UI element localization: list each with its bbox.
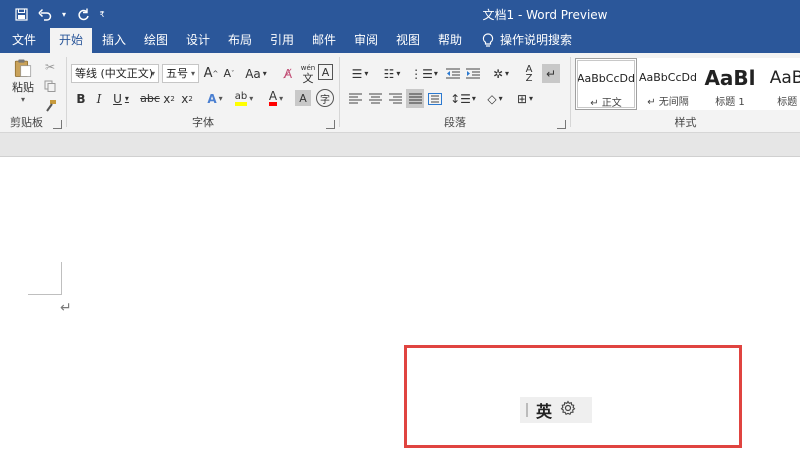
font-color-icon: A bbox=[268, 90, 278, 106]
align-right-icon[interactable] bbox=[386, 89, 404, 108]
paragraph-group: ☰ ▾ ☷ ▾ ⋮☰ ▾ ✲ ▾ AZ ↵ ↕☰ ▾ ◇ ▾ ⊞ ▾ 段落 bbox=[340, 53, 570, 133]
style-sample: AaBbCcDd bbox=[577, 72, 635, 85]
font-launcher-icon[interactable] bbox=[326, 120, 335, 129]
character-border-icon[interactable]: A bbox=[318, 64, 333, 80]
tab-review[interactable]: 审阅 bbox=[348, 28, 384, 53]
tab-view[interactable]: 视图 bbox=[390, 28, 426, 53]
font-name-value: 等线 (中文正文) bbox=[75, 67, 154, 80]
font-group: 等线 (中文正文) ▾ 五号 ▾ A ^ Aˇ Aa ▾ A̸ wén 文 A B I U… bbox=[67, 53, 339, 133]
decrease-indent-icon[interactable] bbox=[444, 64, 462, 83]
subscript-button[interactable]: x2 bbox=[162, 89, 176, 108]
style-heading-2[interactable]: AaBb 标题 2 bbox=[761, 58, 800, 110]
tab-file[interactable]: 文件 bbox=[4, 28, 44, 53]
font-color-button[interactable]: A ▾ bbox=[263, 89, 289, 108]
tell-me-label: 操作说明搜索 bbox=[500, 33, 573, 47]
paste-button[interactable]: 粘贴 ▾ bbox=[8, 58, 38, 104]
copy-icon[interactable] bbox=[41, 77, 59, 95]
tab-references[interactable]: 引用 bbox=[264, 28, 300, 53]
style-heading-1[interactable]: AaBl 标题 1 bbox=[699, 58, 761, 110]
clipboard-launcher-icon[interactable] bbox=[53, 120, 62, 129]
tab-insert[interactable]: 插入 bbox=[96, 28, 132, 53]
clear-formatting-icon[interactable]: A̸ bbox=[279, 64, 297, 83]
paste-dropdown-icon[interactable]: ▾ bbox=[21, 95, 25, 104]
paragraph-mark: ↵ bbox=[60, 300, 72, 316]
ribbon-tabs: 文件 开始 插入 绘图 设计 布局 引用 邮件 审阅 视图 帮助 操作说明搜索 bbox=[0, 28, 800, 53]
styles-group: AaBbCcDd ↵ 正文 AaBbCcDd ↵ 无间隔 AaBl 标题 1 A… bbox=[571, 53, 800, 133]
gear-icon[interactable] bbox=[560, 400, 576, 420]
style-name: ↵ 正文 bbox=[590, 98, 622, 109]
format-painter-icon[interactable] bbox=[41, 96, 59, 114]
tab-mailings[interactable]: 邮件 bbox=[306, 28, 342, 53]
style-sample: AaBbCcDd bbox=[639, 71, 697, 84]
shrink-font-icon[interactable]: Aˇ bbox=[221, 64, 237, 83]
paste-label: 粘贴 bbox=[12, 81, 34, 94]
tab-home[interactable]: 开始 bbox=[50, 28, 92, 53]
paragraph-launcher-icon[interactable] bbox=[557, 120, 566, 129]
styles-group-label: 样式 bbox=[674, 116, 697, 129]
font-size-select[interactable]: 五号 ▾ bbox=[162, 64, 199, 83]
numbering-button[interactable]: ☷ ▾ bbox=[378, 64, 406, 83]
enclose-characters-icon[interactable]: 字 bbox=[316, 89, 334, 107]
tab-help[interactable]: 帮助 bbox=[432, 28, 468, 53]
line-spacing-button[interactable]: ↕☰ ▾ bbox=[450, 89, 476, 108]
sort-icon[interactable]: AZ bbox=[520, 64, 538, 83]
style-no-spacing[interactable]: AaBbCcDd ↵ 无间隔 bbox=[637, 58, 699, 110]
paragraph-group-label: 段落 bbox=[444, 116, 466, 129]
bold-button[interactable]: B bbox=[73, 89, 89, 108]
superscript-button[interactable]: x2 bbox=[180, 89, 194, 108]
highlighter-icon: ab bbox=[234, 91, 248, 106]
phonetic-guide-icon[interactable]: wén 文 bbox=[299, 64, 317, 85]
style-sample: AaBb bbox=[769, 68, 800, 88]
paste-icon bbox=[14, 59, 32, 77]
show-formatting-marks-icon[interactable]: ↵ bbox=[542, 64, 560, 83]
ruler-area bbox=[0, 133, 800, 157]
style-name: ↵ 无间隔 bbox=[647, 97, 689, 108]
change-case-label: Aa bbox=[245, 66, 261, 81]
underline-button[interactable]: U ▾ bbox=[109, 89, 133, 108]
borders-button[interactable]: ⊞ ▾ bbox=[512, 89, 538, 108]
tell-me-search[interactable]: 操作说明搜索 bbox=[482, 28, 572, 53]
chevron-down-icon: ▾ bbox=[150, 69, 155, 78]
style-sample: AaBl bbox=[704, 67, 756, 89]
justify-icon[interactable] bbox=[406, 89, 424, 108]
text-highlight-button[interactable]: ab ▾ bbox=[231, 89, 257, 108]
style-normal[interactable]: AaBbCcDd ↵ 正文 bbox=[575, 58, 637, 110]
style-name: 标题 2 bbox=[777, 97, 800, 108]
multilevel-list-button[interactable]: ⋮☰ ▾ bbox=[410, 64, 438, 83]
clipboard-group: 粘贴 ▾ ✂ 剪贴板 bbox=[0, 53, 66, 133]
change-case-button[interactable]: Aa ▾ bbox=[243, 64, 269, 83]
tab-draw[interactable]: 绘图 bbox=[138, 28, 174, 53]
tab-design[interactable]: 设计 bbox=[180, 28, 216, 53]
ribbon: 粘贴 ▾ ✂ 剪贴板 等线 (中文正文) ▾ 五号 ▾ A ^ Aˇ Aa ▾ A̸ w… bbox=[0, 53, 800, 133]
drag-handle[interactable] bbox=[526, 403, 528, 417]
font-size-value: 五号 bbox=[166, 67, 188, 80]
style-name: 标题 1 bbox=[715, 97, 745, 108]
window-title: 文档1 - Word Preview bbox=[482, 8, 608, 22]
italic-button[interactable]: I bbox=[91, 89, 107, 108]
shading-button[interactable]: ◇ ▾ bbox=[482, 89, 508, 108]
ime-toolbar[interactable]: 英 bbox=[520, 397, 592, 423]
chevron-down-icon: ▾ bbox=[190, 69, 195, 78]
font-name-select[interactable]: 等线 (中文正文) ▾ bbox=[71, 64, 159, 83]
distributed-icon[interactable] bbox=[426, 89, 444, 108]
cut-icon[interactable]: ✂ bbox=[41, 58, 59, 76]
font-group-label: 字体 bbox=[192, 116, 214, 129]
align-center-icon[interactable] bbox=[366, 89, 384, 108]
title-bar: ▾ ₹ 文档1 - Word Preview bbox=[0, 0, 800, 28]
character-shading-icon[interactable]: A bbox=[295, 90, 311, 106]
page-margin-marker bbox=[28, 294, 62, 295]
ime-language-toggle[interactable]: 英 bbox=[536, 398, 552, 422]
increase-indent-icon[interactable] bbox=[464, 64, 482, 83]
grow-font-icon[interactable]: A ^ bbox=[203, 64, 219, 83]
strikethrough-button[interactable]: abc bbox=[140, 89, 160, 108]
align-left-icon[interactable] bbox=[346, 89, 364, 108]
tab-layout[interactable]: 布局 bbox=[222, 28, 258, 53]
chinese-layout-button[interactable]: ✲ ▾ bbox=[488, 64, 514, 83]
page-margin-marker bbox=[61, 262, 62, 295]
text-effects-button[interactable]: A ▾ bbox=[203, 89, 227, 108]
bullets-button[interactable]: ☰ ▾ bbox=[346, 64, 374, 83]
lightbulb-icon bbox=[482, 33, 494, 47]
